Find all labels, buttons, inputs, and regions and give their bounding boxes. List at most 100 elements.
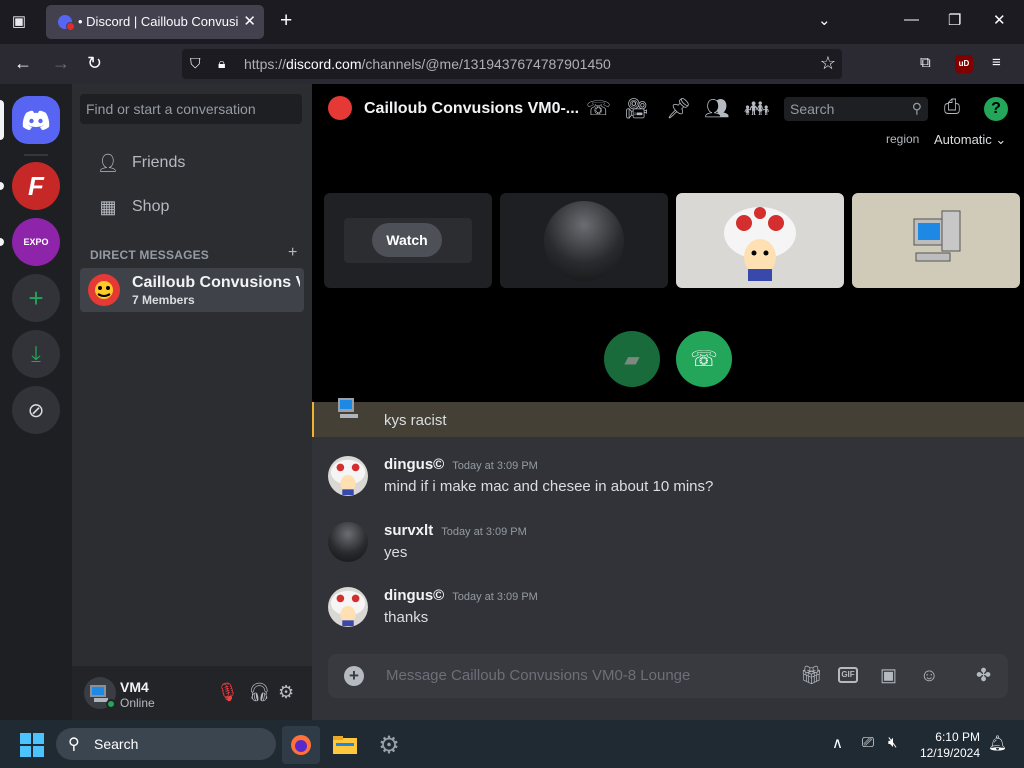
shop-icon: ▦ — [99, 196, 117, 217]
url-bar[interactable]: ⛉ 🔒︎ https://discord.com/channels/@me/13… — [182, 49, 842, 79]
server-icon-expo[interactable]: EXPO — [12, 218, 60, 266]
volume-muted-icon[interactable]: 🔇︎ — [888, 734, 897, 751]
join-call-button[interactable]: ☏ — [676, 331, 732, 387]
emoji-icon[interactable]: ☺ — [920, 665, 938, 686]
message-avatar[interactable] — [328, 396, 368, 420]
group-dm-name: Cailloub Convusions VM0-8 — [132, 274, 300, 291]
download-apps-icon[interactable]: ⤓ — [12, 330, 60, 378]
gift-icon[interactable]: 🎁︎ — [800, 665, 823, 686]
network-icon[interactable]: ⎚ — [862, 734, 874, 751]
new-tab-button[interactable]: + — [280, 9, 292, 33]
message-text: thanks — [384, 609, 429, 626]
settings-taskbar-icon[interactable]: ⚙ — [370, 726, 408, 764]
inbox-icon[interactable]: ⎙ — [944, 96, 960, 119]
browser-tab-bar: ▣ • Discord | Cailloub Convusions VM0-8 … — [0, 0, 1024, 44]
group-dm-item[interactable]: Cailloub Convusions VM0-8 7 Members — [80, 268, 304, 312]
participant-tile-survxlt[interactable] — [500, 193, 668, 288]
dm-sidebar: Find or start a conversation 👤︎ Friends … — [72, 84, 312, 720]
minimize-button[interactable]: — — [904, 11, 919, 28]
notifications-bell-icon[interactable]: 🔔︎ — [988, 734, 1007, 752]
participant-tile-vm[interactable] — [852, 193, 1020, 288]
home-discord-icon[interactable] — [12, 96, 60, 144]
url-text[interactable]: https://discord.com/channels/@me/1319437… — [244, 56, 611, 72]
username: VM4 — [120, 679, 149, 695]
search-icon: ⚲ — [68, 736, 80, 753]
tab-list-icon[interactable]: ▣ — [8, 12, 30, 32]
pinned-messages-icon[interactable]: 📌︎ — [666, 96, 691, 121]
survxlt-avatar[interactable] — [328, 522, 368, 562]
bookmark-star-icon[interactable]: ☆ — [820, 53, 836, 74]
find-conversation-input[interactable]: Find or start a conversation — [80, 94, 302, 124]
participant-tile-dingus[interactable] — [676, 193, 844, 288]
mute-mic-icon[interactable]: 🎙︎ — [216, 682, 239, 703]
region-select[interactable]: Automatic ⌄ — [934, 132, 1006, 148]
shield-icon[interactable]: ⛉ — [190, 55, 201, 72]
server-icon-f[interactable]: F — [12, 162, 60, 210]
turn-on-camera-button[interactable]: ▰ — [604, 331, 660, 387]
unread-pill — [0, 238, 4, 246]
online-status-dot — [106, 699, 116, 709]
nav-shop[interactable]: ▦ Shop — [80, 186, 304, 228]
message-composer[interactable]: + Message Cailloub Convusions VM0-8 Loun… — [328, 654, 1008, 698]
dingus-avatar[interactable] — [328, 456, 368, 496]
channel-avatar — [328, 96, 352, 120]
lock-icon[interactable]: 🔒︎ — [218, 55, 225, 72]
nav-friends[interactable]: 👤︎ Friends — [80, 142, 304, 184]
group-dm-avatar — [88, 274, 120, 306]
message-input[interactable]: Message Cailloub Convusions VM0-8 Lounge — [386, 667, 690, 684]
browser-tab-discord[interactable]: • Discord | Cailloub Convusions VM0-8 ✕ — [46, 5, 264, 39]
start-voice-call-icon[interactable]: ☏ — [586, 96, 611, 121]
message-author[interactable]: dingus© Today at 3:09 PM — [384, 456, 538, 473]
member-list-icon[interactable]: 👪︎ — [744, 96, 769, 121]
dingus-avatar[interactable] — [328, 587, 368, 627]
message-text: yes — [384, 544, 408, 561]
header-search-input[interactable]: Search ⚲ — [784, 97, 928, 121]
upload-plus-icon[interactable]: + — [344, 666, 364, 686]
headphones-icon[interactable]: 🎧︎ — [248, 682, 271, 703]
call-area: Cailloub Convusions VM0-... ☏ 🎥︎ 📌︎ 👥︎ 👪… — [312, 84, 1024, 402]
selected-server-pill — [0, 100, 4, 140]
start-video-call-icon[interactable]: 🎥︎ — [624, 96, 649, 121]
firefox-taskbar-icon[interactable] — [282, 726, 320, 764]
region-label: region — [886, 132, 920, 146]
close-tab-icon[interactable]: ✕ — [243, 12, 256, 30]
list-all-tabs-icon[interactable]: ⌄ — [818, 11, 831, 29]
gif-picker-button[interactable]: GIF — [838, 667, 858, 683]
help-icon[interactable]: ? — [984, 97, 1008, 121]
extensions-icon[interactable]: ⧉ — [920, 54, 931, 71]
message-text: mind if i make mac and chesee in about 1… — [384, 478, 714, 495]
channel-title: Cailloub Convusions VM0-... — [364, 100, 580, 117]
add-server-icon[interactable]: + — [12, 274, 60, 322]
menu-icon[interactable]: ≡ — [992, 54, 1001, 71]
user-settings-gear-icon[interactable]: ⚙ — [278, 682, 294, 703]
windows-start-icon[interactable] — [20, 733, 44, 757]
restore-button[interactable]: ❐ — [948, 11, 961, 29]
reload-button[interactable]: ↻ — [87, 53, 102, 74]
file-explorer-taskbar-icon[interactable] — [326, 726, 364, 764]
message-author[interactable]: dingus© Today at 3:09 PM — [384, 587, 538, 604]
back-button[interactable]: ← — [14, 53, 32, 74]
add-friends-to-dm-icon[interactable]: 👥︎ — [704, 96, 729, 121]
tab-title: • Discord | Cailloub Convusions VM0-8 — [78, 14, 238, 29]
clock-time[interactable]: 6:10 PM — [916, 730, 980, 744]
discord-favicon-icon — [58, 15, 75, 31]
create-dm-icon[interactable]: + — [288, 244, 297, 262]
message-author[interactable]: survxlt Today at 3:09 PM — [384, 522, 527, 539]
sticker-icon[interactable]: ▣ — [880, 665, 897, 686]
apps-icon[interactable]: ✤ — [976, 665, 991, 686]
watch-stream-button[interactable]: Watch — [372, 223, 442, 257]
show-hidden-icons-chevron-icon[interactable]: ∧ — [832, 734, 843, 752]
nav-label: Friends — [132, 154, 186, 171]
taskbar-search-label: Search — [94, 736, 139, 752]
clock-date[interactable]: 12/19/2024 — [916, 746, 980, 760]
server-list: F EXPO + ⤓ ⊘ — [0, 84, 72, 720]
ublock-extension-icon[interactable]: uD — [955, 55, 973, 73]
chat-area: Cailloub Convusions VM0-... ☏ 🎥︎ 📌︎ 👥︎ 👪… — [312, 84, 1024, 720]
discover-compass-icon[interactable]: ⊘ — [12, 386, 60, 434]
message-timestamp: Today at 3:09 PM — [441, 526, 527, 538]
forward-button[interactable]: → — [52, 53, 70, 74]
taskbar-search[interactable]: ⚲ Search — [56, 728, 276, 760]
close-window-button[interactable]: ✕ — [993, 11, 1006, 29]
stream-tile[interactable]: Watch — [324, 193, 492, 288]
taskbar: ⚲ Search ⚙ ∧ ⎚ 🔇︎ 6:10 PM 12/19/2024 🔔︎ — [0, 720, 1024, 768]
